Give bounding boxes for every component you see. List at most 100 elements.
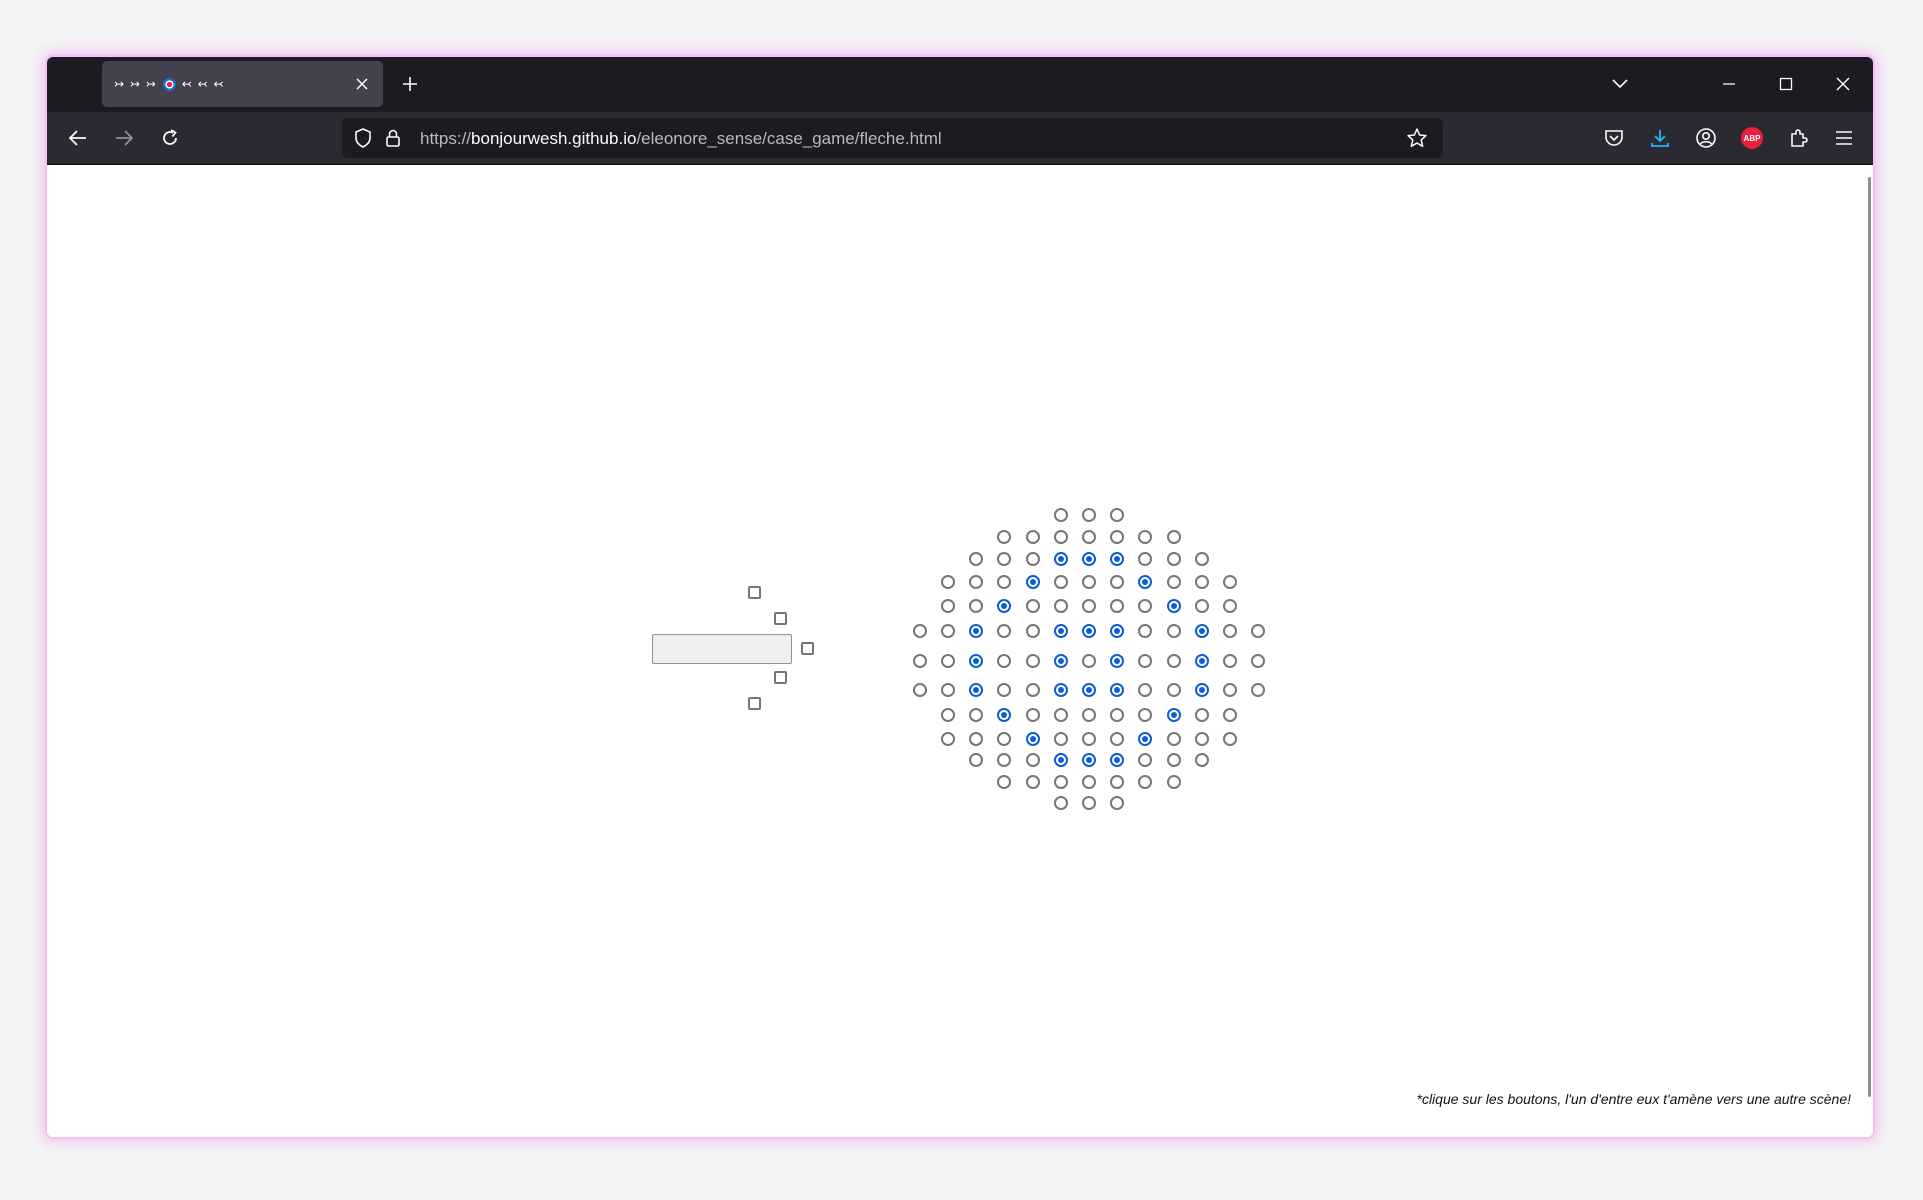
radio-button[interactable] [969, 624, 984, 638]
radio-button[interactable] [1110, 599, 1125, 613]
radio-button[interactable] [1223, 575, 1237, 589]
radio-button[interactable] [1194, 575, 1209, 589]
radio-button[interactable] [1025, 708, 1040, 722]
radio-button[interactable] [1082, 753, 1096, 767]
radio-button[interactable] [1194, 599, 1209, 613]
radio-button[interactable] [1082, 732, 1096, 746]
radio-button[interactable] [969, 753, 984, 767]
radio-button[interactable] [1082, 683, 1096, 697]
tab-active[interactable]: ↣ ↣ ↣ ↢ ↢ ↢ [102, 61, 383, 107]
radio-button[interactable] [1025, 575, 1040, 589]
radio-button[interactable] [1223, 599, 1237, 613]
radio-button[interactable] [997, 654, 1012, 668]
radio-button[interactable] [912, 683, 927, 697]
radio-button[interactable] [1166, 753, 1181, 767]
maximize-icon[interactable] [1768, 67, 1804, 101]
close-window-icon[interactable] [1825, 67, 1861, 101]
radio-button[interactable] [997, 775, 1012, 789]
pocket-icon[interactable] [1596, 120, 1632, 156]
radio-button[interactable] [1138, 683, 1153, 697]
radio-button[interactable] [1053, 683, 1068, 697]
radio-button[interactable] [1223, 732, 1237, 746]
radio-button[interactable] [1138, 575, 1153, 589]
radio-button[interactable] [1025, 732, 1040, 746]
radio-button[interactable] [969, 599, 984, 613]
radio-button[interactable] [1166, 683, 1181, 697]
radio-button[interactable] [1025, 624, 1040, 638]
list-tabs-icon[interactable] [1602, 67, 1638, 101]
radio-button[interactable] [1053, 530, 1068, 544]
radio-button[interactable] [997, 732, 1012, 746]
url-bar[interactable]: https://bonjourwesh.github.io/eleonore_s… [342, 118, 1443, 158]
radio-button[interactable] [1166, 732, 1181, 746]
checkbox[interactable] [774, 671, 787, 684]
radio-button[interactable] [1251, 683, 1266, 697]
radio-button[interactable] [1082, 552, 1096, 566]
radio-button[interactable] [1082, 708, 1096, 722]
radio-button[interactable] [969, 708, 984, 722]
radio-button[interactable] [1194, 683, 1209, 697]
scrollbar[interactable] [1868, 177, 1871, 1097]
checkbox[interactable] [748, 697, 761, 710]
reload-button[interactable] [152, 120, 188, 156]
radio-button[interactable] [969, 654, 984, 668]
radio-button[interactable] [1025, 775, 1040, 789]
download-icon[interactable] [1642, 120, 1678, 156]
radio-button[interactable] [912, 624, 927, 638]
radio-button[interactable] [1025, 753, 1040, 767]
radio-button[interactable] [1223, 683, 1237, 697]
radio-button[interactable] [941, 732, 955, 746]
radio-button[interactable] [969, 552, 984, 566]
radio-button[interactable] [1166, 552, 1181, 566]
radio-button[interactable] [1053, 796, 1068, 810]
radio-button[interactable] [1138, 732, 1153, 746]
radio-button[interactable] [941, 575, 955, 589]
radio-button[interactable] [1110, 552, 1125, 566]
radio-button[interactable] [1082, 624, 1096, 638]
radio-button[interactable] [1223, 654, 1237, 668]
lock-icon[interactable] [380, 125, 406, 151]
radio-button[interactable] [1082, 796, 1096, 810]
radio-button[interactable] [1138, 599, 1153, 613]
radio-button[interactable] [1110, 796, 1125, 810]
radio-button[interactable] [1166, 599, 1181, 613]
radio-button[interactable] [912, 654, 927, 668]
radio-button[interactable] [1251, 654, 1266, 668]
radio-button[interactable] [1025, 683, 1040, 697]
radio-button[interactable] [1223, 708, 1237, 722]
radio-button[interactable] [1053, 708, 1068, 722]
back-button[interactable] [60, 120, 96, 156]
account-icon[interactable] [1688, 120, 1724, 156]
radio-button[interactable] [997, 753, 1012, 767]
radio-button[interactable] [1025, 552, 1040, 566]
radio-button[interactable] [1053, 624, 1068, 638]
radio-button[interactable] [1110, 508, 1125, 522]
radio-button[interactable] [941, 683, 955, 697]
radio-button[interactable] [1194, 624, 1209, 638]
radio-button[interactable] [997, 624, 1012, 638]
radio-button[interactable] [969, 732, 984, 746]
radio-button[interactable] [1194, 552, 1209, 566]
radio-button[interactable] [1053, 753, 1068, 767]
checkbox[interactable] [774, 612, 787, 625]
radio-button[interactable] [1053, 599, 1068, 613]
checkbox[interactable] [801, 642, 814, 655]
radio-button[interactable] [1138, 753, 1153, 767]
radio-button[interactable] [969, 683, 984, 697]
radio-button[interactable] [941, 654, 955, 668]
radio-button[interactable] [1166, 708, 1181, 722]
radio-button[interactable] [1166, 530, 1181, 544]
radio-button[interactable] [1053, 654, 1068, 668]
radio-button[interactable] [1110, 624, 1125, 638]
radio-button[interactable] [1194, 708, 1209, 722]
radio-button[interactable] [997, 530, 1012, 544]
radio-button[interactable] [941, 708, 955, 722]
minimize-icon[interactable] [1711, 67, 1747, 101]
radio-button[interactable] [1053, 575, 1068, 589]
radio-button[interactable] [1194, 732, 1209, 746]
radio-button[interactable] [1223, 624, 1237, 638]
url-text[interactable]: https://bonjourwesh.github.io/eleonore_s… [420, 129, 942, 149]
radio-button[interactable] [1082, 599, 1096, 613]
radio-button[interactable] [1110, 530, 1125, 544]
radio-button[interactable] [1166, 775, 1181, 789]
